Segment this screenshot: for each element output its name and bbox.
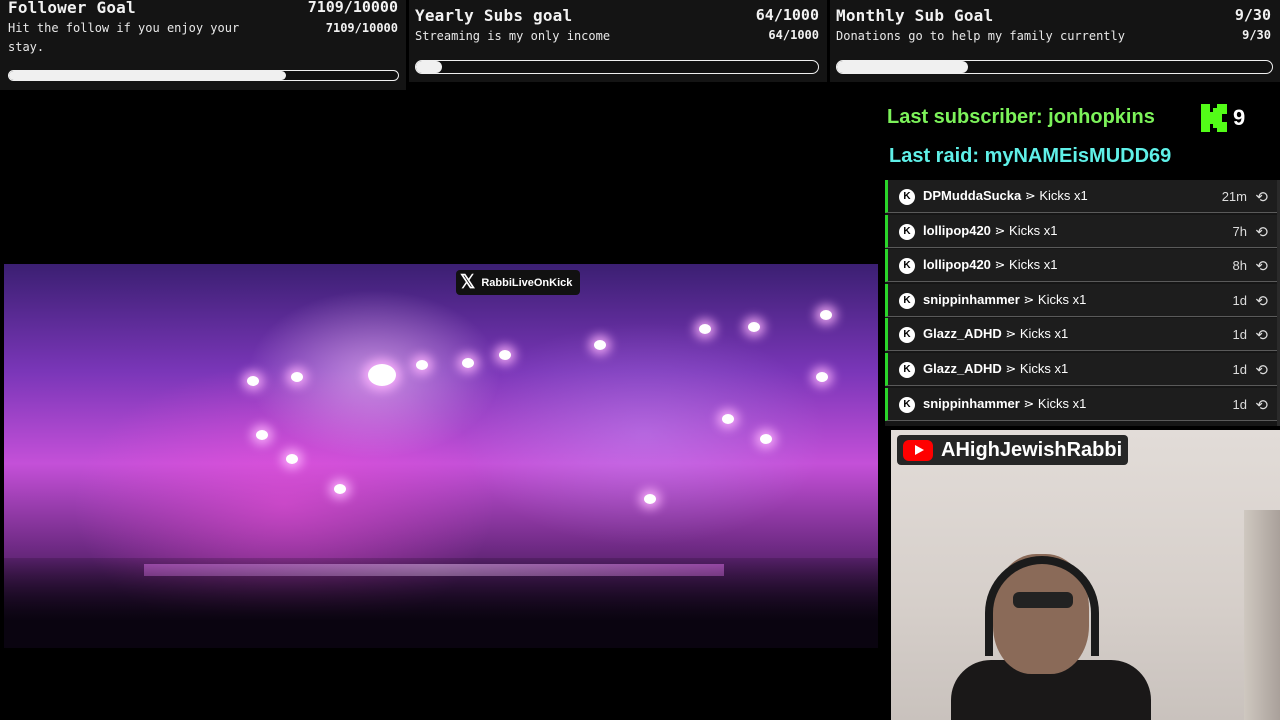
concert-video-frame <box>4 264 878 648</box>
yearly-subs-goal-widget: Yearly Subs goal 64/1000 Streaming is my… <box>409 0 827 82</box>
kick-icon: K <box>899 258 915 275</box>
event-text: Glazz_ADHD ⋗ Kicks x1 <box>923 361 1068 377</box>
event-row[interactable]: K Glazz_ADHD ⋗ Kicks x1 1d ⟲ <box>885 318 1280 352</box>
x-logo-icon: 𝕏 <box>460 272 476 293</box>
event-row[interactable]: Ksnippinhammer ⋗ Kicks x1 1d ⟲ <box>885 387 1280 421</box>
follower-goal-progress-fill <box>9 71 286 80</box>
monthly-sub-goal-count: 9/30 <box>1234 6 1271 24</box>
monthly-sub-goal-progress-fill <box>837 61 968 73</box>
event-row[interactable]: Ksnippinhammer ⋗ Kicks x1 1d ⟲ <box>885 283 1280 317</box>
event-text: snippinhammer ⋗ Kicks x1 <box>923 292 1086 308</box>
event-user: Glazz_ADHD <box>923 360 1002 376</box>
event-separator-icon: ⋗ <box>990 222 1010 238</box>
replay-icon[interactable]: ⟲ <box>1255 292 1268 310</box>
event-time: 7h <box>1232 223 1247 239</box>
event-separator-icon: ⋗ <box>990 257 1010 273</box>
yearly-subs-goal-small-count: 64/1000 <box>768 28 819 42</box>
event-action: Kicks x1 <box>1019 326 1069 342</box>
kick-icon: K <box>899 292 915 309</box>
replay-icon[interactable]: ⟲ <box>1255 326 1268 344</box>
monthly-sub-goal-description: Donations go to help my family currently <box>836 29 1125 43</box>
event-action: Kicks x1 <box>1019 360 1069 376</box>
yearly-subs-goal-count: 64/1000 <box>755 6 819 24</box>
follower-goal-description: Hit the follow if you enjoy your stay. <box>8 21 240 54</box>
x-watermark-handle: RabbiLiveOnKick <box>481 276 573 289</box>
last-subscriber-label: Last subscriber: jonhopkins <box>887 106 1155 128</box>
event-action: Kicks x1 <box>1037 291 1087 307</box>
event-text: lollipop420 ⋗ Kicks x1 <box>923 257 1057 273</box>
monthly-sub-goal-widget: Monthly Sub Goal 9/30 Donations go to he… <box>830 0 1280 82</box>
recent-events-list[interactable]: K DPMuddaSucka ⋗ Kicks x1 21m ⟲ Klollipop420… <box>885 180 1280 426</box>
event-separator-icon: ⋗ <box>1019 291 1038 307</box>
replay-icon[interactable]: ⟲ <box>1255 188 1268 206</box>
event-separator-icon: ⋗ <box>1001 326 1020 342</box>
event-text: lollipop420 ⋗ Kicks x1 <box>923 223 1057 239</box>
kick-icon: K <box>899 361 915 378</box>
yearly-subs-goal-title: Yearly Subs goal <box>415 6 573 25</box>
event-time: 1d <box>1232 292 1247 308</box>
event-separator-icon: ⋗ <box>1019 395 1038 411</box>
last-raid-label: Last raid: myNAMEisMUDD69 <box>889 145 1172 167</box>
event-separator-icon: ⋗ <box>1021 188 1040 203</box>
event-user: DPMuddaSucka <box>923 188 1022 203</box>
follower-goal-small-count: 7109/10000 <box>325 21 398 35</box>
follower-goal-count: 7109/10000 <box>307 0 398 16</box>
event-row[interactable]: Klollipop420 ⋗ Kicks x1 8h ⟲ <box>885 249 1280 283</box>
follower-goal-title: Follower Goal <box>8 0 136 17</box>
event-text: Glazz_ADHD ⋗ Kicks x1 <box>923 326 1068 342</box>
kick-icon: K <box>899 223 915 240</box>
kick-logo-icon <box>1201 104 1227 132</box>
replay-icon[interactable]: ⟲ <box>1255 361 1268 379</box>
event-user: snippinhammer <box>923 395 1020 411</box>
webcam-feed: AHighJewishRabbi <box>891 430 1280 720</box>
youtube-channel-tag: AHighJewishRabbi <box>897 435 1129 465</box>
event-user: lollipop420 <box>923 222 991 238</box>
event-time: 1d <box>1232 396 1247 412</box>
event-time: 8h <box>1232 258 1247 274</box>
yearly-subs-goal-description: Streaming is my only income <box>415 29 611 43</box>
replay-icon[interactable]: ⟲ <box>1255 396 1268 414</box>
kick-badge-count: 9 <box>1233 105 1246 130</box>
monthly-sub-goal-progress-bar <box>836 60 1273 74</box>
event-text: DPMuddaSucka ⋗ Kicks x1 <box>923 188 1088 204</box>
event-action: Kicks x1 <box>1039 188 1088 203</box>
replay-icon[interactable]: ⟲ <box>1255 223 1268 241</box>
follower-goal-widget: Follower Goal 7109/10000 Hit the follow … <box>0 0 406 90</box>
event-time: 21m <box>1221 189 1247 204</box>
event-separator-icon: ⋗ <box>1001 360 1020 376</box>
event-user: snippinhammer <box>923 291 1020 307</box>
yearly-subs-goal-progress-bar <box>415 60 819 74</box>
event-row[interactable]: K Glazz_ADHD ⋗ Kicks x1 1d ⟲ <box>885 352 1280 386</box>
youtube-channel-name: AHighJewishRabbi <box>941 438 1123 461</box>
kick-icon: K <box>899 396 915 413</box>
kick-icon: K <box>899 189 915 205</box>
event-action: Kicks x1 <box>1037 395 1087 411</box>
follower-goal-progress-bar <box>8 70 399 81</box>
replay-icon[interactable]: ⟲ <box>1255 257 1268 275</box>
main-video-player: 𝕏 RabbiLiveOnKick <box>4 176 880 720</box>
event-row[interactable]: K DPMuddaSucka ⋗ Kicks x1 21m ⟲ <box>885 180 1280 213</box>
event-time: 1d <box>1232 361 1247 377</box>
monthly-sub-goal-small-count: 9/30 <box>1242 28 1271 42</box>
monthly-sub-goal-title: Monthly Sub Goal <box>836 6 994 25</box>
glasses <box>1013 592 1073 608</box>
youtube-icon <box>903 439 933 461</box>
event-user: lollipop420 <box>923 257 991 273</box>
yearly-subs-goal-progress-fill <box>416 61 442 73</box>
event-action: Kicks x1 <box>1009 257 1058 273</box>
kick-icon: K <box>899 327 915 344</box>
event-user: Glazz_ADHD <box>923 326 1002 342</box>
event-action: Kicks x1 <box>1009 222 1058 238</box>
event-row[interactable]: Klollipop420 ⋗ Kicks x1 7h ⟲ <box>885 214 1280 248</box>
event-text: snippinhammer ⋗ Kicks x1 <box>923 396 1086 412</box>
x-watermark: 𝕏 RabbiLiveOnKick <box>456 270 581 295</box>
event-time: 1d <box>1232 327 1247 343</box>
